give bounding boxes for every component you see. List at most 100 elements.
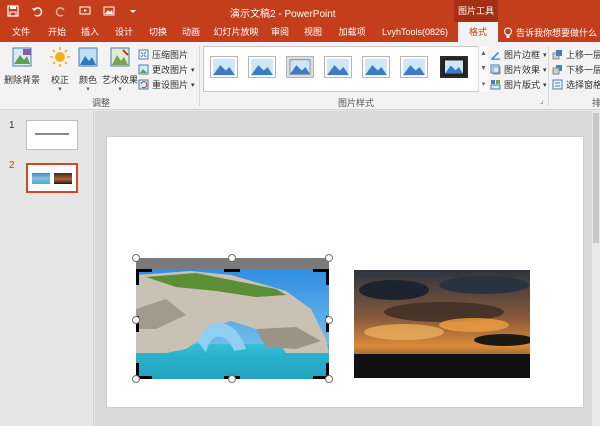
scrollbar-thumb[interactable] xyxy=(593,113,599,243)
adjust-group-label: 调整 xyxy=(92,98,111,108)
resize-handle-bl[interactable] xyxy=(132,375,140,383)
crop-handle-tl-v[interactable] xyxy=(136,269,139,285)
slide-1-text-placeholder xyxy=(35,133,69,135)
resize-handle-top[interactable] xyxy=(228,254,236,262)
layout-icon xyxy=(490,80,501,90)
slide-number-2: 2 xyxy=(9,160,15,171)
picture-style-6[interactable] xyxy=(400,56,428,78)
slide-canvas xyxy=(95,111,600,426)
change-picture-label: 更改图片 xyxy=(152,65,189,75)
resize-handle-tl[interactable] xyxy=(132,254,140,262)
picture-border-label: 图片边框 xyxy=(504,50,541,60)
customize-qat-icon[interactable] xyxy=(126,4,140,18)
crop-handle-tr-v[interactable] xyxy=(326,269,329,285)
ribbon-tabs: 文件 开始 插入 设计 切换 动画 幻灯片放映 审阅 视图 加载项 LvyhTo… xyxy=(0,22,600,42)
slide-number-1: 1 xyxy=(9,120,15,131)
tab-design[interactable]: 设计 xyxy=(111,22,137,42)
change-picture-button[interactable]: 更改图片 ▾ xyxy=(138,63,195,76)
color-button[interactable]: 颜色 ▾ xyxy=(76,46,100,94)
arrange-group-label: 排 xyxy=(592,98,600,108)
change-picture-dropdown-icon: ▾ xyxy=(191,66,195,74)
slide-thumbnails-pane: 1 2 xyxy=(0,111,94,426)
sea-arch-picture[interactable] xyxy=(136,269,329,379)
bring-forward-label: 上移一层 xyxy=(566,50,600,60)
picture-style-5[interactable] xyxy=(362,56,390,78)
picture-style-4[interactable] xyxy=(324,56,352,78)
corrections-label: 校正 xyxy=(50,75,69,85)
picture-style-1[interactable] xyxy=(210,56,238,78)
insert-picture-icon[interactable] xyxy=(102,4,116,18)
pen-icon xyxy=(491,52,500,60)
reset-picture-button[interactable]: 重设图片 ▾ xyxy=(138,78,195,91)
vertical-scrollbar[interactable] xyxy=(592,111,600,426)
tab-insert[interactable]: 插入 xyxy=(77,22,103,42)
save-icon[interactable] xyxy=(6,4,20,18)
picture-style-7-selected[interactable] xyxy=(440,56,468,78)
corrections-button[interactable]: 校正 ▾ xyxy=(47,46,73,94)
color-dropdown-icon: ▾ xyxy=(86,86,90,93)
effects-icon xyxy=(490,64,501,75)
sun-icon xyxy=(50,47,70,67)
artistic-effects-button[interactable]: 艺术效果 ▾ xyxy=(102,46,138,94)
resize-handle-tr[interactable] xyxy=(325,254,333,262)
tab-home[interactable]: 开始 xyxy=(44,22,70,42)
compress-label: 压缩图片 xyxy=(152,50,189,60)
tab-transitions[interactable]: 切换 xyxy=(145,22,171,42)
slide-thumbnail-2[interactable] xyxy=(26,163,78,193)
change-picture-icon xyxy=(138,64,149,75)
crop-handle-top[interactable] xyxy=(224,269,240,272)
picture-style-3[interactable] xyxy=(286,56,314,78)
dialog-launcher-icon[interactable]: ⌟ xyxy=(540,96,544,105)
compress-pictures-button[interactable]: 压缩图片 xyxy=(138,48,188,61)
picture-border-dropdown-icon: ▾ xyxy=(543,51,547,59)
color-label: 颜色 xyxy=(78,75,97,85)
tab-animations[interactable]: 动画 xyxy=(178,22,204,42)
scroll-up-icon[interactable]: ▲ xyxy=(480,50,487,57)
tab-format[interactable]: 格式 xyxy=(458,22,498,42)
reset-picture-icon xyxy=(138,79,149,90)
picture-effects-button[interactable]: 图片效果 ▾ xyxy=(490,63,547,76)
tab-addins[interactable]: 加载项 xyxy=(334,22,370,42)
bring-forward-button[interactable]: 上移一层 xyxy=(552,48,600,61)
sunset-picture[interactable] xyxy=(354,270,530,378)
more-styles-icon[interactable]: ▾ xyxy=(482,80,486,88)
remove-background-button[interactable]: 删除背景 xyxy=(3,46,41,86)
resize-handle-right[interactable] xyxy=(325,316,333,324)
artistic-effects-label: 艺术效果 xyxy=(102,75,139,85)
picture-border-button[interactable]: 图片边框 ▾ xyxy=(490,48,547,61)
selection-pane-button[interactable]: 选择窗格 xyxy=(552,78,600,91)
tab-view[interactable]: 视图 xyxy=(300,22,326,42)
lightbulb-icon xyxy=(503,26,513,38)
styles-scroll[interactable]: ▲ ▼ ▾ xyxy=(478,46,488,92)
resize-handle-br[interactable] xyxy=(325,375,333,383)
document-title: 演示文稿2 - PowerPoint xyxy=(230,9,336,20)
redo-icon[interactable] xyxy=(54,4,68,18)
reset-picture-dropdown-icon: ▾ xyxy=(191,81,195,89)
tab-slideshow[interactable]: 幻灯片放映 xyxy=(211,22,261,42)
reset-picture-label: 重设图片 xyxy=(152,80,189,90)
picture-layout-button[interactable]: 图片版式 ▾ xyxy=(490,78,547,91)
send-backward-button[interactable]: 下移一层 xyxy=(552,63,600,76)
tab-review[interactable]: 审阅 xyxy=(267,22,293,42)
tab-file[interactable]: 文件 xyxy=(8,22,34,42)
tell-me-box[interactable]: 告诉我你想要做什么 xyxy=(503,26,597,39)
remove-background-label: 删除背景 xyxy=(3,75,40,85)
resize-handle-bottom[interactable] xyxy=(228,375,236,383)
start-from-beginning-icon[interactable] xyxy=(78,4,92,18)
picture-effects-label: 图片效果 xyxy=(504,65,541,75)
tab-lvyhtools[interactable]: LvyhTools(0826) xyxy=(376,22,454,42)
picture-tools-label: 图片工具 xyxy=(454,0,498,22)
bring-forward-icon xyxy=(552,50,562,60)
artistic-dropdown-icon: ▾ xyxy=(118,86,122,93)
group-separator xyxy=(548,46,549,106)
color-icon xyxy=(78,47,98,67)
undo-icon[interactable] xyxy=(30,4,44,18)
scroll-down-icon[interactable]: ▼ xyxy=(480,65,487,72)
resize-handle-left[interactable] xyxy=(132,316,140,324)
slide-2-picture-1 xyxy=(32,173,50,184)
compress-icon xyxy=(138,49,149,60)
selection-pane-label: 选择窗格 xyxy=(566,80,600,90)
slide-thumbnail-1[interactable] xyxy=(26,120,78,150)
picture-style-2[interactable] xyxy=(248,56,276,78)
slide-2[interactable] xyxy=(107,137,583,407)
